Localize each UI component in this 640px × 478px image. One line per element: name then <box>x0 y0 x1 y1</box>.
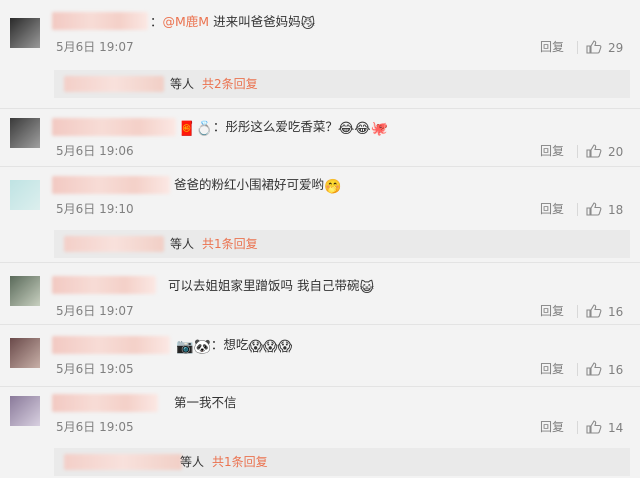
laughing-emoji-icon: 😂😂🐙 <box>337 121 389 137</box>
divider <box>577 41 578 54</box>
thumbs-up-icon <box>586 362 602 376</box>
shy-emoji-icon: 🤭 <box>324 179 342 195</box>
comment-text: ：@M鹿M 进来叫爸爸妈妈😼 <box>150 14 316 32</box>
reply-users-label: 等人 <box>180 455 205 469</box>
comment-item: 可以去姐姐家里蹭饭吗 我自己带碗😺 5月6日 19:07 回复 16 <box>0 262 640 324</box>
reply-button[interactable]: 回复 <box>540 362 564 376</box>
comment-item: ：@M鹿M 进来叫爸爸妈妈😼 5月6日 19:07 回复 29 等人 共2条回复 <box>0 0 640 110</box>
like-button[interactable]: 16 <box>586 362 623 377</box>
comment-date: 5月6日 19:10 <box>56 202 134 216</box>
comment-date: 5月6日 19:07 <box>56 40 134 54</box>
sub-replies[interactable]: 等人 共1条回复 <box>54 230 630 258</box>
username-blurred[interactable] <box>52 176 170 194</box>
sub-replies[interactable]: 等人 共2条回复 <box>54 70 630 98</box>
divider <box>577 305 578 318</box>
reply-users-label: 等人 <box>170 77 195 91</box>
reply-users-blurred <box>64 454 182 470</box>
like-count: 29 <box>608 41 624 55</box>
avatar[interactable] <box>10 18 40 48</box>
cat-emoji-icon: 😼 <box>300 16 316 32</box>
avatar[interactable] <box>10 180 40 210</box>
like-button[interactable]: 20 <box>586 144 623 159</box>
camera-icon: 📷 <box>176 339 194 355</box>
like-count: 14 <box>608 421 624 435</box>
reply-button[interactable]: 回复 <box>540 202 564 216</box>
thumbs-up-icon <box>586 144 602 158</box>
username-blurred[interactable] <box>52 12 148 30</box>
like-button[interactable]: 29 <box>586 40 623 55</box>
red-packet-icon: 🧧 <box>178 121 196 137</box>
comment-text: 第一我不信 <box>174 395 237 410</box>
panda-icon: 🐼 <box>193 339 211 355</box>
mention-link[interactable]: @M鹿M <box>163 14 210 29</box>
username-blurred[interactable] <box>52 394 158 412</box>
avatar[interactable] <box>10 396 40 426</box>
thumbs-up-icon <box>586 40 602 54</box>
divider <box>577 363 578 376</box>
comment-date: 5月6日 19:05 <box>56 362 134 376</box>
like-button[interactable]: 14 <box>586 420 623 435</box>
comment-item: 🧧💍：彤彤这么爱吃香菜？😂😂🐙 5月6日 19:06 回复 20 <box>0 108 640 168</box>
screaming-emoji-icon: 😱😱😱 <box>248 339 293 355</box>
comment-item: 第一我不信 5月6日 19:05 回复 14 等人 共1条回复 <box>0 386 640 478</box>
like-button[interactable]: 18 <box>586 202 623 217</box>
cat-emoji-icon: 😺 <box>359 280 375 296</box>
username-blurred[interactable] <box>52 276 156 294</box>
divider <box>577 145 578 158</box>
reply-users-blurred <box>64 236 164 252</box>
reply-count-link[interactable]: 共1条回复 <box>202 236 258 252</box>
comment-text: 📷🐼：想吃😱😱😱 <box>176 337 293 355</box>
reply-users-blurred <box>64 76 164 92</box>
avatar[interactable] <box>10 118 40 148</box>
like-count: 20 <box>608 145 624 159</box>
reply-button[interactable]: 回复 <box>540 304 564 318</box>
ring-icon: 💍 <box>195 121 213 137</box>
like-count: 18 <box>608 203 624 217</box>
comment-date: 5月6日 19:05 <box>56 420 134 434</box>
thumbs-up-icon <box>586 202 602 216</box>
comment-item: 爸爸的粉红小围裙好可爱哟🤭 5月6日 19:10 回复 18 等人 共1条回复 <box>0 166 640 262</box>
divider <box>577 421 578 434</box>
avatar[interactable] <box>10 276 40 306</box>
comment-date: 5月6日 19:06 <box>56 144 134 158</box>
username-blurred[interactable] <box>52 118 176 136</box>
comment-text: 可以去姐姐家里蹭饭吗 我自己带碗😺 <box>168 278 375 296</box>
username-blurred[interactable] <box>52 336 170 354</box>
comment-text: 🧧💍：彤彤这么爱吃香菜？😂😂🐙 <box>178 119 389 137</box>
sub-replies[interactable]: 等人 共1条回复 <box>54 448 630 476</box>
divider <box>577 203 578 216</box>
thumbs-up-icon <box>586 304 602 318</box>
avatar[interactable] <box>10 338 40 368</box>
comment-item: 📷🐼：想吃😱😱😱 5月6日 19:05 回复 16 <box>0 324 640 386</box>
reply-count-link[interactable]: 共1条回复 <box>212 454 268 470</box>
reply-count-link[interactable]: 共2条回复 <box>202 76 258 92</box>
reply-button[interactable]: 回复 <box>540 40 564 54</box>
comment-date: 5月6日 19:07 <box>56 304 134 318</box>
reply-button[interactable]: 回复 <box>540 420 564 434</box>
like-count: 16 <box>608 305 624 319</box>
reply-users-label: 等人 <box>170 237 195 251</box>
like-button[interactable]: 16 <box>586 304 623 319</box>
reply-button[interactable]: 回复 <box>540 144 564 158</box>
comment-text: 爸爸的粉红小围裙好可爱哟🤭 <box>174 177 342 195</box>
like-count: 16 <box>608 363 624 377</box>
thumbs-up-icon <box>586 420 602 434</box>
